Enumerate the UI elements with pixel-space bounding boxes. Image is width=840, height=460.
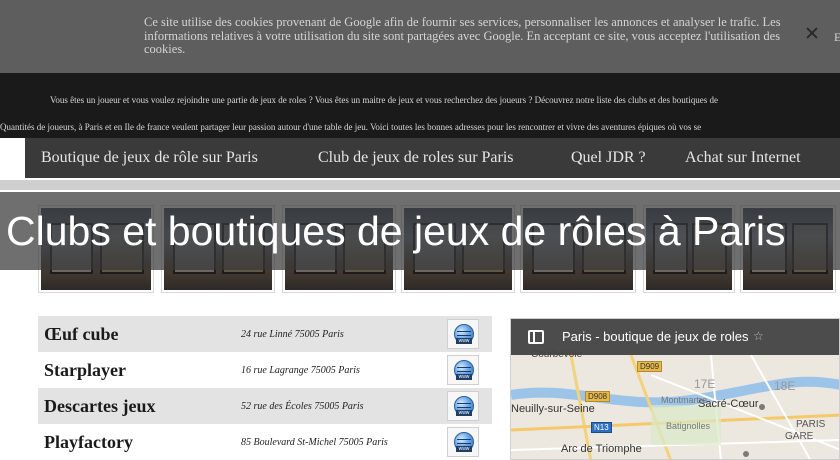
map-label-courbevoie: Courbevoie (531, 349, 583, 360)
road-badge: N13 (591, 422, 612, 433)
shop-name: Playfactory (44, 431, 133, 452)
cookie-banner: Ce site utilise des cookies provenant de… (0, 0, 840, 73)
shop-name: Œuf cube (44, 323, 119, 344)
shop-list: Œuf cube 24 rue Linné 75005 Paris www St… (38, 316, 492, 460)
website-button[interactable]: www (447, 391, 479, 421)
nav-boutique[interactable]: Boutique de jeux de rôle sur Paris (41, 149, 258, 167)
map-label-17e: 17E (694, 377, 716, 391)
nav-achat-internet[interactable]: Achat sur Internet (685, 149, 801, 167)
list-item: Descartes jeux 52 rue des Écoles 75005 P… (38, 388, 492, 424)
map-label-arc: Arc de Triomphe (561, 443, 642, 455)
map-pin-icon[interactable] (743, 451, 749, 457)
map-label-batignolles: Batignolles (666, 421, 711, 431)
shop-name: Starplayer (44, 359, 126, 380)
close-icon[interactable] (806, 27, 818, 39)
www-label: www (456, 410, 472, 416)
nav-quel-jdr[interactable]: Quel JDR ? (571, 149, 646, 167)
shop-name: Descartes jeux (44, 395, 156, 416)
www-label: www (456, 338, 472, 344)
main-nav: Boutique de jeux de rôle sur Paris Club … (25, 138, 840, 178)
map-pin-icon[interactable] (759, 404, 765, 410)
map-label-sacre-coeur: Sacré-Cœur (698, 398, 759, 410)
website-button[interactable]: www (447, 427, 479, 457)
www-label: www (456, 446, 472, 452)
road-badge: D909 (637, 361, 663, 372)
page-title: Clubs et boutiques de jeux de rôles à Pa… (6, 208, 786, 254)
nav-club[interactable]: Club de jeux de roles sur Paris (318, 149, 514, 167)
shop-address: 24 rue Linné 75005 Paris (241, 328, 344, 340)
map-label-gare: GARE (785, 431, 814, 442)
intro-line-2: Quantités de joueurs, à Paris et en Ile … (0, 122, 702, 132)
www-label: www (456, 374, 472, 380)
map-label-paris: PARIS (796, 419, 826, 430)
shop-address: 52 rue des Écoles 75005 Paris (241, 400, 364, 412)
intro-line-1: Vous êtes un joueur et vous voulez rejoi… (50, 95, 719, 105)
list-item: Starplayer 16 rue Lagrange 75005 Paris w… (38, 352, 492, 388)
website-button[interactable]: www (447, 319, 479, 349)
road-badge: D908 (585, 391, 611, 402)
website-button[interactable]: www (447, 355, 479, 385)
star-icon[interactable]: ☆ (753, 329, 764, 343)
map-label-montmartre: Montmartre (661, 395, 708, 405)
cookie-accept-link[interactable]: En (834, 30, 840, 45)
shop-address: 85 Boulevard St-Michel 75005 Paris (241, 436, 388, 448)
list-item: Playfactory 85 Boulevard St-Michel 75005… (38, 424, 492, 460)
map-title[interactable]: Paris - boutique de jeux de roles (562, 329, 748, 344)
map-label-18e: 18E (774, 379, 796, 393)
map-sidebar-icon[interactable] (528, 330, 544, 344)
cookie-text: Ce site utilise des cookies provenant de… (144, 15, 781, 56)
list-item: Œuf cube 24 rue Linné 75005 Paris www (38, 316, 492, 352)
google-map[interactable]: Paris - boutique de jeux de roles ☆ Cour… (510, 318, 840, 460)
map-canvas[interactable]: Courbevoie Neuilly-sur-Seine Arc de Trio… (511, 349, 839, 459)
shop-address: 16 rue Lagrange 75005 Paris (241, 364, 360, 376)
map-label-neuilly: Neuilly-sur-Seine (511, 403, 595, 415)
divider-band (0, 180, 840, 190)
